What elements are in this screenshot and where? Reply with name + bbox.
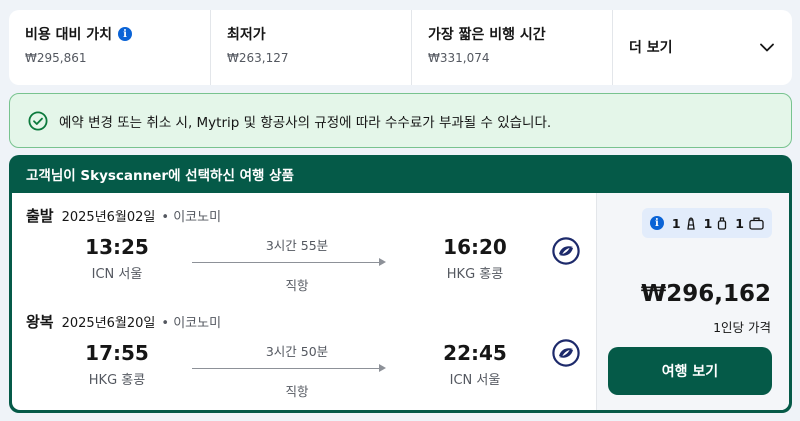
selected-trip-card: 고객님이 Skyscanner에 선택하신 여행 상품 출발 2025년6월02…	[9, 155, 792, 413]
sort-tab-best-label: 비용 대비 가치	[25, 27, 113, 43]
info-icon[interactable]: i	[118, 27, 133, 41]
arrive-airport: HKG 홍콩	[446, 267, 504, 282]
depart-time: 17:55	[85, 341, 149, 365]
info-icon: i	[649, 216, 664, 230]
arrive-time: 16:20	[443, 235, 507, 259]
fee-notice-text: 예약 변경 또는 취소 시, Mytrip 및 항공사의 규정에 따라 수수료가…	[59, 114, 552, 131]
checked-bag-count: 1	[735, 215, 744, 231]
sort-tab-best-price: ₩295,861	[25, 51, 87, 65]
sort-more-label: 더 보기	[629, 39, 673, 56]
leg-cabin: • 이코노미	[161, 210, 222, 225]
personal-item-icon	[686, 217, 695, 230]
leg-direction: 왕복	[26, 313, 54, 331]
baggage-info[interactable]: i 1 1 1	[641, 208, 772, 238]
airline-logo-icon	[552, 339, 580, 367]
route-arrow	[192, 258, 386, 266]
card-header: 고객님이 Skyscanner에 선택하신 여행 상품	[26, 168, 294, 184]
chevron-down-icon	[760, 43, 774, 52]
leg-cabin: • 이코노미	[161, 316, 222, 331]
leg-direction: 출발	[26, 207, 54, 225]
flight-duration: 3시간 55분	[265, 238, 329, 253]
stops-label: 직항	[285, 278, 309, 293]
depart-airport: ICN 서울	[91, 267, 143, 282]
check-circle-icon	[28, 110, 48, 131]
trip-price: ₩296,162	[640, 281, 771, 307]
leg-date: 2025년6월02일	[61, 210, 156, 225]
sort-tab-cheapest-price: ₩263,127	[227, 51, 289, 65]
flight-legs: 출발 2025년6월02일 • 이코노미 13:25 ICN 서울 3시간 55…	[12, 193, 596, 410]
depart-time: 13:25	[85, 235, 149, 259]
stops-label: 직항	[285, 384, 309, 399]
route-arrow	[192, 364, 386, 372]
depart-airport: HKG 홍콩	[88, 373, 146, 388]
inbound-leg: 왕복 2025년6월20일 • 이코노미 17:55 HKG 홍콩 3시간 50…	[12, 303, 596, 403]
arrive-time: 22:45	[443, 341, 507, 365]
card-body: 출발 2025년6월02일 • 이코노미 13:25 ICN 서울 3시간 55…	[12, 193, 789, 410]
flight-duration: 3시간 50분	[265, 344, 329, 359]
sort-tab-best[interactable]: 비용 대비 가치 i ₩295,861	[9, 10, 210, 85]
sort-tab-cheapest[interactable]: 최저가 ₩263,127	[210, 10, 411, 85]
outbound-leg: 출발 2025년6월02일 • 이코노미 13:25 ICN 서울 3시간 55…	[12, 197, 596, 297]
price-per-person-label: 1인당 가격	[713, 320, 771, 335]
checked-bag-icon	[749, 217, 764, 230]
sort-tab-fastest[interactable]: 가장 짧은 비행 시간 ₩331,074	[411, 10, 612, 85]
personal-item-count: 1	[671, 215, 681, 231]
sort-more-dropdown[interactable]: 더 보기	[612, 10, 792, 85]
arrive-airport: ICN 서울	[449, 373, 501, 388]
sort-tab-cheapest-label: 최저가	[227, 27, 266, 43]
sort-tab-fastest-label: 가장 짧은 비행 시간	[428, 27, 546, 43]
price-panel: i 1 1 1 ₩296,162 1인당 가격 여행 보기	[596, 193, 789, 410]
carry-on-count: 1	[703, 215, 713, 231]
view-trip-button[interactable]: 여행 보기	[608, 347, 772, 395]
leg-date: 2025년6월20일	[61, 316, 156, 331]
airline-logo-icon	[552, 237, 580, 265]
fee-notice: 예약 변경 또는 취소 시, Mytrip 및 항공사의 규정에 따라 수수료가…	[9, 93, 792, 148]
sort-tab-fastest-price: ₩331,074	[428, 51, 490, 65]
sort-tabs: 비용 대비 가치 i ₩295,861 최저가 ₩263,127 가장 짧은 비행…	[9, 10, 792, 85]
carry-on-bag-icon	[718, 217, 727, 230]
